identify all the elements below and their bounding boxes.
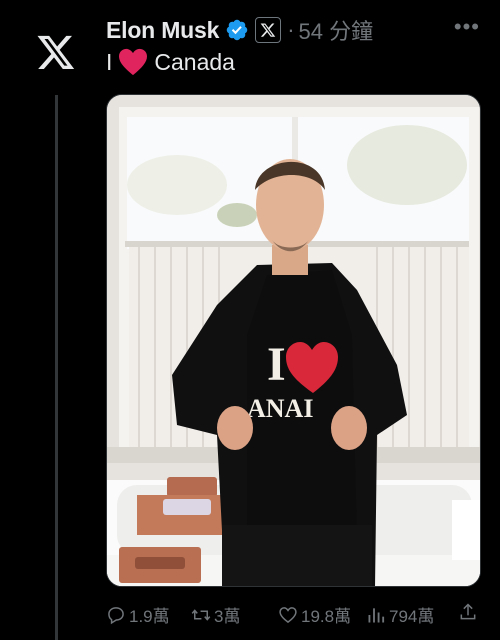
x-logo-avatar[interactable] bbox=[26, 22, 86, 82]
author-name[interactable]: Elon Musk bbox=[106, 17, 219, 44]
tweet-header: Elon Musk · 54 分鐘 bbox=[106, 12, 500, 48]
like-button[interactable]: 19.8萬 bbox=[278, 602, 351, 627]
retweet-count: 3萬 bbox=[214, 607, 241, 626]
separator-dot: · bbox=[287, 17, 295, 42]
views-count: 794萬 bbox=[389, 607, 435, 626]
share-icon bbox=[460, 603, 476, 620]
tweet-photo[interactable]: I ANAI bbox=[106, 94, 481, 587]
shirt-text-canada: ANAI bbox=[247, 394, 313, 423]
share-button[interactable] bbox=[458, 602, 478, 622]
reply-icon bbox=[108, 606, 124, 624]
red-heart-emoji-icon bbox=[118, 48, 148, 76]
more-options-icon[interactable]: ••• bbox=[454, 14, 480, 40]
tweet-text-start: I bbox=[106, 48, 113, 75]
verified-badge-icon bbox=[225, 18, 249, 42]
thread-line bbox=[55, 95, 58, 640]
tweet-text: I Canada bbox=[106, 48, 235, 76]
shirt-text-i: I bbox=[267, 338, 286, 391]
reply-button[interactable]: 1.9萬 bbox=[106, 602, 170, 627]
tweet-actions-bar: 1.9萬 3萬 19.8萬 794萬 bbox=[106, 600, 486, 628]
views-button[interactable]: 794萬 bbox=[366, 602, 434, 627]
x-logo-icon bbox=[37, 35, 75, 69]
retweet-icon bbox=[191, 608, 211, 621]
heart-outline-icon bbox=[279, 606, 297, 623]
retweet-button[interactable]: 3萬 bbox=[191, 602, 240, 627]
x-affiliation-badge-icon[interactable] bbox=[255, 17, 282, 43]
views-bar-chart-icon bbox=[368, 607, 385, 622]
like-count: 19.8萬 bbox=[301, 607, 352, 626]
reply-count: 1.9萬 bbox=[129, 607, 170, 626]
tweet-text-end: Canada bbox=[154, 48, 235, 75]
post-time[interactable]: 54 分鐘 bbox=[299, 14, 374, 46]
